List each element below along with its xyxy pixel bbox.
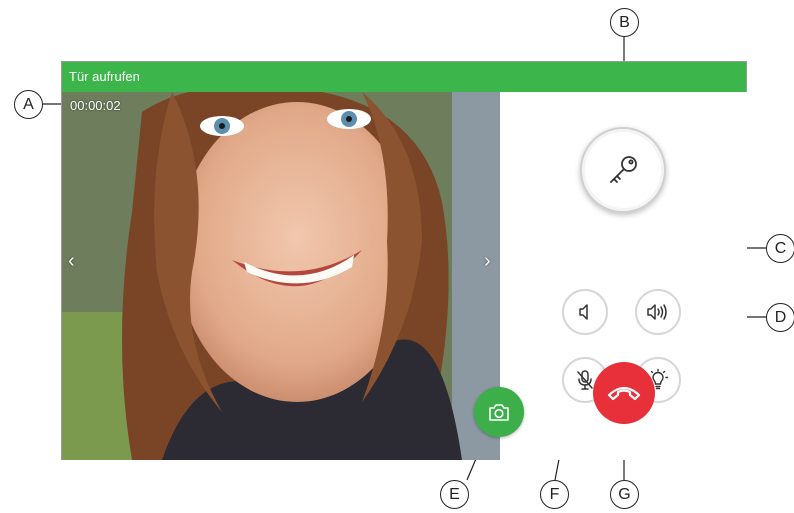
call-window: Tür aufrufen 00:00:02 ‹ › <box>61 61 747 460</box>
snapshot-button[interactable] <box>474 387 524 437</box>
callout-a: A <box>14 90 43 119</box>
previous-camera-arrow[interactable]: ‹ <box>68 250 75 273</box>
camera-icon <box>489 404 509 421</box>
call-duration: 00:00:02 <box>70 98 121 113</box>
visitor-video-image <box>62 92 500 460</box>
key-icon <box>610 156 637 183</box>
speaker-quiet-icon <box>579 304 588 320</box>
call-controls <box>500 92 747 460</box>
window-title: Tür aufrufen <box>62 62 746 92</box>
door-open-button[interactable] <box>580 127 666 213</box>
video-feed: 00:00:02 ‹ › <box>62 92 500 460</box>
phone-hangup-icon <box>607 386 641 401</box>
callout-g: G <box>610 480 639 509</box>
volume-up-button[interactable] <box>635 289 681 335</box>
callout-d: D <box>766 303 794 332</box>
callout-c: C <box>766 234 794 263</box>
hangup-button[interactable] <box>593 362 655 424</box>
volume-down-button[interactable] <box>562 289 608 335</box>
callout-b: B <box>610 8 639 37</box>
callout-e: E <box>440 480 469 509</box>
callout-f: F <box>540 480 569 509</box>
next-camera-arrow[interactable]: › <box>484 250 491 273</box>
speaker-loud-icon <box>647 304 667 320</box>
